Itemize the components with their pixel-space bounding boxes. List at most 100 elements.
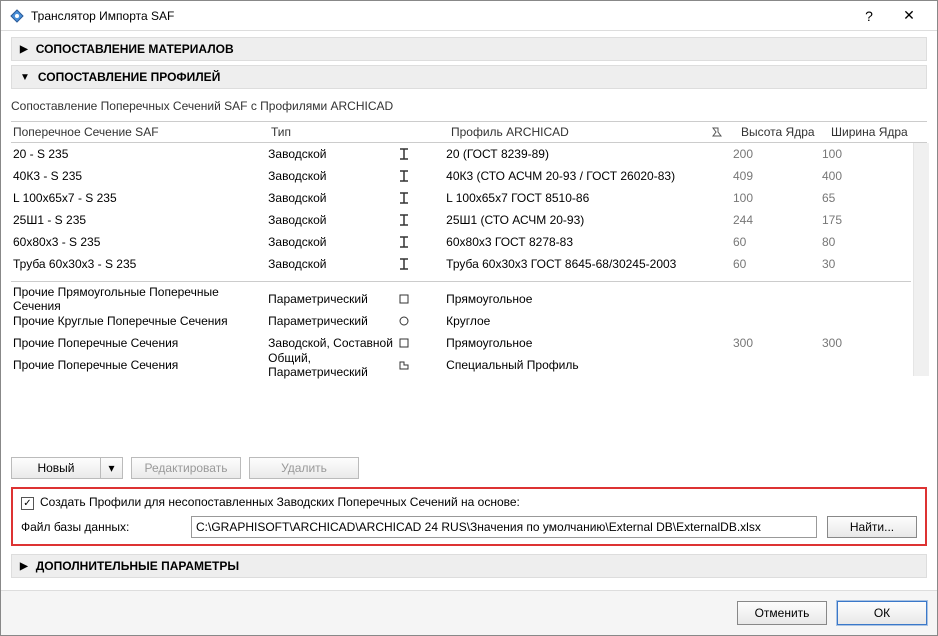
cell-profile: Труба 60х30х3 ГОСТ 8645-68/30245-2003	[446, 257, 703, 271]
cell-saf: 20 - S 235	[11, 147, 268, 161]
cell-type: Общий, Параметрический	[268, 351, 397, 379]
highlighted-options: Создать Профили для несопоставленных Зав…	[11, 487, 927, 546]
table-row[interactable]: Прочие Прямоугольные Поперечные СеченияП…	[11, 288, 911, 310]
db-file-label: Файл базы данных:	[21, 520, 181, 534]
cell-saf: L 100x65x7 - S 235	[11, 191, 268, 205]
cell-profile: Специальный Профиль	[446, 358, 703, 372]
section-extra[interactable]: ▶ ДОПОЛНИТЕЛЬНЫЕ ПАРАМЕТРЫ	[11, 554, 927, 578]
edit-button[interactable]: Редактировать	[131, 457, 241, 479]
cell-type: Заводской	[268, 191, 397, 205]
new-button[interactable]: Новый	[11, 457, 101, 479]
shape-icon	[397, 147, 446, 161]
cell-type: Параметрический	[268, 292, 397, 306]
shape-icon	[397, 314, 446, 328]
close-button[interactable]: ✕	[889, 7, 929, 24]
action-buttons: Новый ▾ Редактировать Удалить	[11, 449, 927, 487]
app-icon	[9, 8, 25, 24]
cell-width: 80	[822, 235, 911, 249]
col-type[interactable]: Тип	[271, 125, 401, 139]
cell-height: 300	[733, 336, 822, 350]
table-row[interactable]: Труба 60х30х3 - S 235ЗаводскойТруба 60х3…	[11, 253, 911, 275]
cell-type: Заводской, Составной	[268, 336, 397, 350]
col-width[interactable]: Ширина Ядра	[831, 125, 921, 139]
scrollbar[interactable]	[913, 143, 929, 376]
cell-profile: 25Ш1 (СТО АСЧМ 20-93)	[446, 213, 703, 227]
new-button-dropdown[interactable]: ▾	[101, 457, 123, 479]
shape-icon	[397, 191, 446, 205]
delete-button[interactable]: Удалить	[249, 457, 359, 479]
shape-icon	[397, 292, 446, 306]
titlebar: Транслятор Импорта SAF ? ✕	[1, 1, 937, 31]
cell-width: 175	[822, 213, 911, 227]
cell-profile: 20 (ГОСТ 8239-89)	[446, 147, 703, 161]
cell-saf: Труба 60х30х3 - S 235	[11, 257, 268, 271]
cell-height: 60	[733, 235, 822, 249]
cell-width: 100	[822, 147, 911, 161]
col-profile[interactable]: Профиль ARCHICAD	[451, 125, 711, 139]
cell-type: Заводской	[268, 147, 397, 161]
cell-type: Заводской	[268, 235, 397, 249]
cell-width: 300	[822, 336, 911, 350]
cell-profile: 60x80x3 ГОСТ 8278-83	[446, 235, 703, 249]
shape-icon	[397, 358, 446, 372]
cell-saf: 25Ш1 - S 235	[11, 213, 268, 227]
chevron-down-icon: ▼	[20, 72, 30, 83]
table-row[interactable]: L 100x65x7 - S 235Заводской L 100x65x7 ГО…	[11, 187, 911, 209]
create-profiles-checkbox[interactable]	[21, 497, 34, 510]
section-materials[interactable]: ▶ СОПОСТАВЛЕНИЕ МАТЕРИАЛОВ	[11, 37, 927, 61]
shape-icon	[397, 257, 446, 271]
shape-icon	[397, 213, 446, 227]
table-row[interactable]: 25Ш1 - S 235Заводской 25Ш1 (СТО АСЧМ 20-9…	[11, 209, 911, 231]
cell-height: 244	[733, 213, 822, 227]
dialog-footer: Отменить ОК	[1, 590, 937, 635]
section-materials-label: СОПОСТАВЛЕНИЕ МАТЕРИАЛОВ	[36, 42, 234, 56]
cell-type: Заводской	[268, 169, 397, 183]
profiles-description: Сопоставление Поперечных Сечений SAF с П…	[11, 93, 927, 121]
help-button[interactable]: ?	[849, 8, 889, 24]
table-row[interactable]: 20 - S 235Заводской20 (ГОСТ 8239-89)2001…	[11, 143, 911, 165]
cell-saf: 40К3 - S 235	[11, 169, 268, 183]
ok-button[interactable]: ОК	[837, 601, 927, 625]
cell-type: Заводской	[268, 213, 397, 227]
table-header: Поперечное Сечение SAF Тип Профиль ARCHI…	[11, 121, 927, 143]
table-row[interactable]: Прочие Поперечные СеченияОбщий, Параметр…	[11, 354, 911, 376]
cell-profile: 40К3 (СТО АСЧМ 20-93 / ГОСТ 26020-83)	[446, 169, 703, 183]
table-body: 20 - S 235Заводской20 (ГОСТ 8239-89)2001…	[11, 143, 927, 376]
table-row[interactable]: 40К3 - S 235Заводской 40К3 (СТО АСЧМ 20-9…	[11, 165, 911, 187]
cell-saf: Прочие Прямоугольные Поперечные Сечения	[11, 285, 268, 313]
cell-profile: L 100x65x7 ГОСТ 8510-86	[446, 191, 703, 205]
browse-button[interactable]: Найти...	[827, 516, 917, 538]
section-profiles[interactable]: ▼ СОПОСТАВЛЕНИЕ ПРОФИЛЕЙ	[11, 65, 927, 89]
section-extra-label: ДОПОЛНИТЕЛЬНЫЕ ПАРАМЕТРЫ	[36, 559, 239, 573]
shape-icon	[397, 336, 446, 350]
row-separator	[11, 281, 911, 282]
db-path-input[interactable]: C:\GRAPHISOFT\ARCHICAD\ARCHICAD 24 RUS\З…	[191, 516, 817, 538]
cell-type: Параметрический	[268, 314, 397, 328]
create-profiles-label: Создать Профили для несопоставленных Зав…	[40, 495, 520, 509]
cell-saf: Прочие Поперечные Сечения	[11, 336, 268, 350]
cell-saf: Прочие Поперечные Сечения	[11, 358, 268, 372]
table-row[interactable]: Прочие Круглые Поперечные СеченияПарамет…	[11, 310, 911, 332]
table-row[interactable]: 60x80x3 - S 235Заводской 60x80x3 ГОСТ 827…	[11, 231, 911, 253]
cell-width: 65	[822, 191, 911, 205]
chevron-right-icon: ▶	[20, 561, 28, 572]
cell-width: 30	[822, 257, 911, 271]
cell-profile: Круглое	[446, 314, 703, 328]
col-saf[interactable]: Поперечное Сечение SAF	[11, 125, 271, 139]
cell-saf: Прочие Круглые Поперечные Сечения	[11, 314, 268, 328]
col-height[interactable]: Высота Ядра	[741, 125, 831, 139]
cell-profile: Прямоугольное	[446, 292, 703, 306]
section-profiles-label: СОПОСТАВЛЕНИЕ ПРОФИЛЕЙ	[38, 70, 220, 84]
cell-height: 409	[733, 169, 822, 183]
shape-icon	[397, 169, 446, 183]
col-pin[interactable]	[711, 126, 741, 138]
cell-saf: 60x80x3 - S 235	[11, 235, 268, 249]
cell-profile: Прямоугольное	[446, 336, 703, 350]
cancel-button[interactable]: Отменить	[737, 601, 827, 625]
cell-width: 400	[822, 169, 911, 183]
cell-height: 60	[733, 257, 822, 271]
chevron-right-icon: ▶	[20, 44, 28, 55]
table-row[interactable]: Прочие Поперечные СеченияЗаводской, Сост…	[11, 332, 911, 354]
cell-height: 100	[733, 191, 822, 205]
window-title: Транслятор Импорта SAF	[31, 9, 849, 23]
